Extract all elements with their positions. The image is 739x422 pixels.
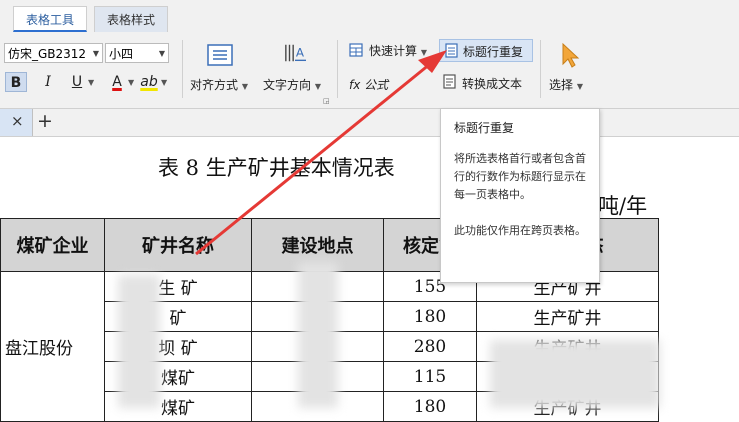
document-icon xyxy=(445,43,458,58)
calculator-icon xyxy=(349,43,363,57)
convert-text-icon xyxy=(443,74,456,89)
header-company: 煤矿企业 xyxy=(0,218,105,272)
chevron-down-icon: ▼ xyxy=(158,49,165,58)
svg-text:A: A xyxy=(296,46,305,60)
tooltip-body: 将所选表格首行或者包含首行的行数作为标题行显示在每一页表格中。 xyxy=(454,152,586,201)
italic-button[interactable]: I xyxy=(37,72,59,92)
dialog-launcher-icon[interactable]: ◲ xyxy=(323,97,330,105)
text-direction-label: 文字方向 xyxy=(263,78,312,92)
document-title: 表 8 生产矿井基本情况表 xyxy=(158,156,395,180)
select-label: 选择 xyxy=(549,78,574,92)
capacity-cell: 115 xyxy=(383,361,477,392)
document-tab-bar: × + xyxy=(0,109,739,137)
align-label: 对齐方式 xyxy=(190,78,239,92)
company-cell: 盘江股份 xyxy=(0,271,105,422)
repeat-header-tooltip: 标题行重复 将所选表格首行或者包含首行的行数作为标题行显示在每一页表格中。 此功… xyxy=(440,108,600,283)
repeat-header-button[interactable]: 标题行重复 xyxy=(439,39,533,62)
bold-button[interactable]: B xyxy=(5,72,27,92)
header-mine-name: 矿井名称 xyxy=(104,218,252,272)
text-direction-icon[interactable]: A xyxy=(282,42,308,64)
font-color-button[interactable]: A xyxy=(106,72,128,92)
unit-label: 吨/年 xyxy=(598,194,648,218)
chevron-down-icon: ▼ xyxy=(314,82,321,91)
formula-button[interactable]: fx 公式 xyxy=(349,76,388,93)
tab-table-style[interactable]: 表格样式 xyxy=(94,6,169,32)
font-size-value: 小四 xyxy=(109,47,134,61)
capacity-cell: 180 xyxy=(383,391,477,422)
divider xyxy=(337,40,338,98)
tooltip-note: 此功能仅作用在跨页表格。 xyxy=(454,224,586,237)
font-size-select[interactable]: 小四 ▼ xyxy=(105,43,169,63)
quick-calc-label: 快速计算 xyxy=(369,44,418,58)
select-button[interactable]: 选择 ▼ xyxy=(549,76,583,93)
ribbon: 表格工具 表格样式 仿宋_GB2312 ▼ 小四 ▼ B I U ▼ A ▼ a… xyxy=(0,0,739,109)
close-icon[interactable]: × xyxy=(11,112,24,130)
highlight-button[interactable]: ab xyxy=(138,72,160,92)
underline-button[interactable]: U xyxy=(66,72,88,92)
chevron-down-icon: ▼ xyxy=(92,49,99,58)
blur-mask xyxy=(118,275,160,408)
capacity-cell: 280 xyxy=(383,331,477,362)
chevron-down-icon: ▼ xyxy=(241,82,248,91)
chevron-down-icon: ▼ xyxy=(420,48,427,57)
chevron-down-icon[interactable]: ▼ xyxy=(128,78,134,87)
font-name-value: 仿宋_GB2312 xyxy=(8,47,87,61)
status-cell: 生产矿井 xyxy=(476,301,659,332)
chevron-down-icon: ▼ xyxy=(576,82,583,91)
quick-calc-button[interactable]: 快速计算 ▼ xyxy=(369,42,427,59)
blur-mask xyxy=(490,340,660,408)
align-icon[interactable] xyxy=(207,44,233,66)
divider xyxy=(540,40,541,98)
tab-table-tools[interactable]: 表格工具 xyxy=(13,6,88,32)
convert-text-button[interactable]: 转换成文本 xyxy=(462,75,522,92)
blur-mask xyxy=(298,262,338,408)
divider xyxy=(182,40,183,98)
tooltip-title: 标题行重复 xyxy=(454,121,515,135)
repeat-header-label: 标题行重复 xyxy=(463,45,524,59)
font-name-select[interactable]: 仿宋_GB2312 ▼ xyxy=(4,43,103,63)
text-direction-button[interactable]: 文字方向 ▼ xyxy=(263,76,321,93)
document-tab[interactable]: × xyxy=(0,109,33,136)
capacity-cell: 180 xyxy=(383,301,477,332)
cursor-arrow-icon[interactable] xyxy=(560,42,580,68)
chevron-down-icon[interactable]: ▼ xyxy=(161,78,167,87)
add-tab-icon[interactable]: + xyxy=(37,110,53,132)
chevron-down-icon[interactable]: ▼ xyxy=(88,78,94,87)
align-button[interactable]: 对齐方式 ▼ xyxy=(190,76,248,93)
